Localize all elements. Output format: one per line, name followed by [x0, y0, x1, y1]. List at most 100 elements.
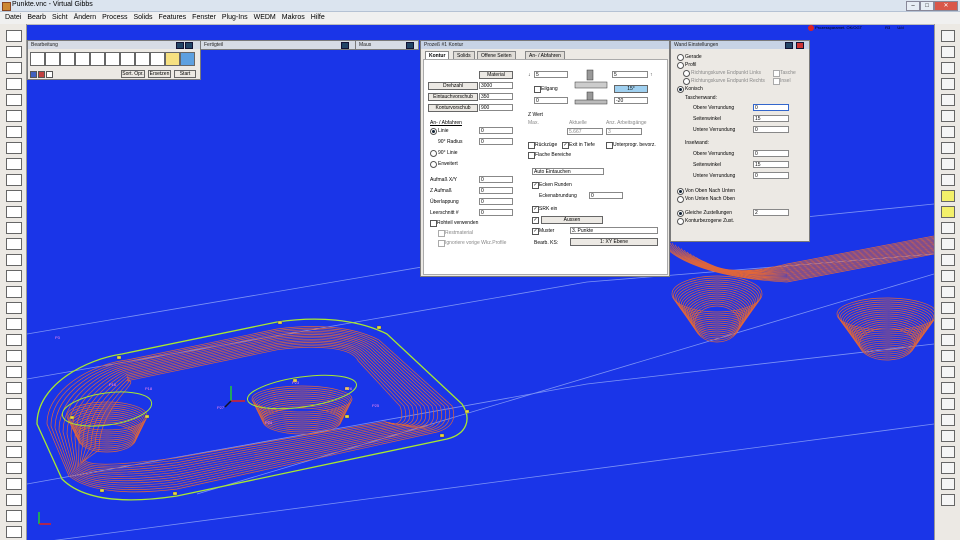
contour-point[interactable]	[464, 409, 470, 414]
untere-field[interactable]: 0	[753, 126, 789, 133]
left-tool-button[interactable]	[6, 174, 22, 186]
right-tool-button[interactable]	[941, 78, 955, 90]
right-tool-button[interactable]	[941, 238, 955, 250]
right-tool-button[interactable]	[941, 110, 955, 122]
menu-wedm[interactable]: WEDM	[251, 12, 279, 24]
eintauchvorschub-button[interactable]: Eintauchvorschub	[428, 93, 478, 101]
operation-icon[interactable]	[75, 52, 90, 66]
exit-tiefe-checkbox[interactable]: ✓	[562, 142, 569, 149]
panel-close-icon[interactable]	[341, 42, 349, 49]
contour-point[interactable]	[99, 488, 105, 493]
rk-rechts-radio[interactable]	[683, 78, 690, 85]
eilgang-checkbox[interactable]	[534, 86, 541, 93]
seitenwinkel2-field[interactable]: 15	[753, 161, 789, 168]
konisch-radio[interactable]	[677, 86, 684, 93]
erweitert-radio[interactable]	[430, 161, 437, 168]
depth-top-field[interactable]: 5	[534, 71, 568, 78]
aktuelle-field[interactable]: 5.667	[567, 128, 603, 135]
drehzahl-button[interactable]: Drehzahl	[428, 82, 478, 90]
operation-icon[interactable]	[105, 52, 120, 66]
right-tool-button[interactable]	[941, 318, 955, 330]
profil-radio[interactable]	[677, 62, 684, 69]
left-tool-button[interactable]	[6, 398, 22, 410]
val-left-field[interactable]: 0	[534, 97, 568, 104]
right-tool-button[interactable]	[941, 366, 955, 378]
right-tool-button[interactable]	[941, 158, 955, 170]
left-tool-button[interactable]	[6, 190, 22, 202]
aufmass-field[interactable]: 0	[479, 176, 513, 183]
left-tool-button[interactable]	[6, 270, 22, 282]
ueberlappung-field[interactable]: 0	[479, 198, 513, 205]
angle-button[interactable]: 15°	[614, 85, 648, 93]
contour-point[interactable]	[344, 414, 350, 419]
aussen-button[interactable]: Aussen	[541, 216, 603, 224]
contour-point[interactable]	[376, 325, 382, 330]
muster-select[interactable]: 3. Punkte	[570, 227, 658, 234]
maximize-button[interactable]: □	[920, 1, 934, 11]
left-tool-button[interactable]	[6, 382, 22, 394]
left-tool-button[interactable]	[6, 318, 22, 330]
right-tool-button[interactable]	[941, 494, 955, 506]
menu-bearb[interactable]: Bearb	[24, 12, 49, 24]
anz-field[interactable]: 3	[606, 128, 642, 135]
obere2-field[interactable]: 0	[753, 150, 789, 157]
insel-checkbox[interactable]	[773, 78, 780, 85]
left-tool-button[interactable]	[6, 78, 22, 90]
panel-help-icon[interactable]	[176, 42, 184, 49]
right-tool-button[interactable]	[941, 286, 955, 298]
material-button[interactable]: Material	[479, 71, 513, 79]
menu-hilfe[interactable]: Hilfe	[308, 12, 328, 24]
menu-process[interactable]: Process	[99, 12, 130, 24]
menu-makros[interactable]: Makros	[279, 12, 308, 24]
aussen-checkbox[interactable]: ✓	[532, 217, 539, 224]
gleiche-field[interactable]: 2	[753, 209, 789, 216]
right-tool-button[interactable]	[941, 302, 955, 314]
left-tool-button[interactable]	[6, 94, 22, 106]
right-tool-button[interactable]	[941, 254, 955, 266]
panel-help-icon[interactable]	[785, 42, 793, 49]
left-tool-button[interactable]	[6, 286, 22, 298]
contour-point[interactable]	[439, 433, 445, 438]
left-tool-button[interactable]	[6, 366, 22, 378]
menu-fenster[interactable]: Fenster	[189, 12, 219, 24]
bearb-check-3[interactable]	[46, 71, 53, 78]
left-tool-button[interactable]	[6, 494, 22, 506]
left-tool-button[interactable]	[6, 222, 22, 234]
left-tool-button[interactable]	[6, 158, 22, 170]
rk-links-radio[interactable]	[683, 70, 690, 77]
left-tool-button[interactable]	[6, 414, 22, 426]
contour-point[interactable]	[144, 414, 150, 419]
left-tool-button[interactable]	[6, 62, 22, 74]
left-tool-button[interactable]	[6, 254, 22, 266]
left-tool-button[interactable]	[6, 302, 22, 314]
operation-icon[interactable]	[165, 52, 180, 66]
panel-close-icon[interactable]	[406, 42, 414, 49]
left-tool-button[interactable]	[6, 510, 22, 522]
menu-features[interactable]: Features	[156, 12, 190, 24]
menu-solids[interactable]: Solids	[130, 12, 155, 24]
left-tool-button[interactable]	[6, 206, 22, 218]
operation-icon[interactable]	[60, 52, 75, 66]
close-button[interactable]: ✕	[934, 1, 958, 11]
right-tool-button[interactable]	[941, 382, 955, 394]
konturvorschub-button[interactable]: Konturvorschub	[428, 104, 478, 112]
right-tool-button[interactable]	[941, 206, 955, 218]
menu-plug-ins[interactable]: Plug-Ins	[219, 12, 251, 24]
right-tool-button[interactable]	[941, 398, 955, 410]
muster-checkbox[interactable]: ✓	[532, 228, 539, 235]
bearb-check-2[interactable]	[38, 71, 45, 78]
right-tool-button[interactable]	[941, 222, 955, 234]
sort-opr-button[interactable]: Sort. Opr.	[121, 70, 145, 78]
auto-eintauchen-select[interactable]: Auto Eintauchen	[532, 168, 604, 175]
right-tool-button[interactable]	[941, 478, 955, 490]
right-tool-button[interactable]	[941, 142, 955, 154]
right-tool-button[interactable]	[941, 174, 955, 186]
depth-right-field[interactable]: 5	[612, 71, 648, 78]
eckenrundung-field[interactable]: 0	[589, 192, 623, 199]
right-tool-button[interactable]	[941, 126, 955, 138]
operation-icon[interactable]	[180, 52, 195, 66]
right-tool-button[interactable]	[941, 190, 955, 202]
restmaterial-checkbox[interactable]	[438, 230, 445, 237]
right-tool-button[interactable]	[941, 350, 955, 362]
drehzahl-field[interactable]: 3000	[479, 82, 513, 89]
